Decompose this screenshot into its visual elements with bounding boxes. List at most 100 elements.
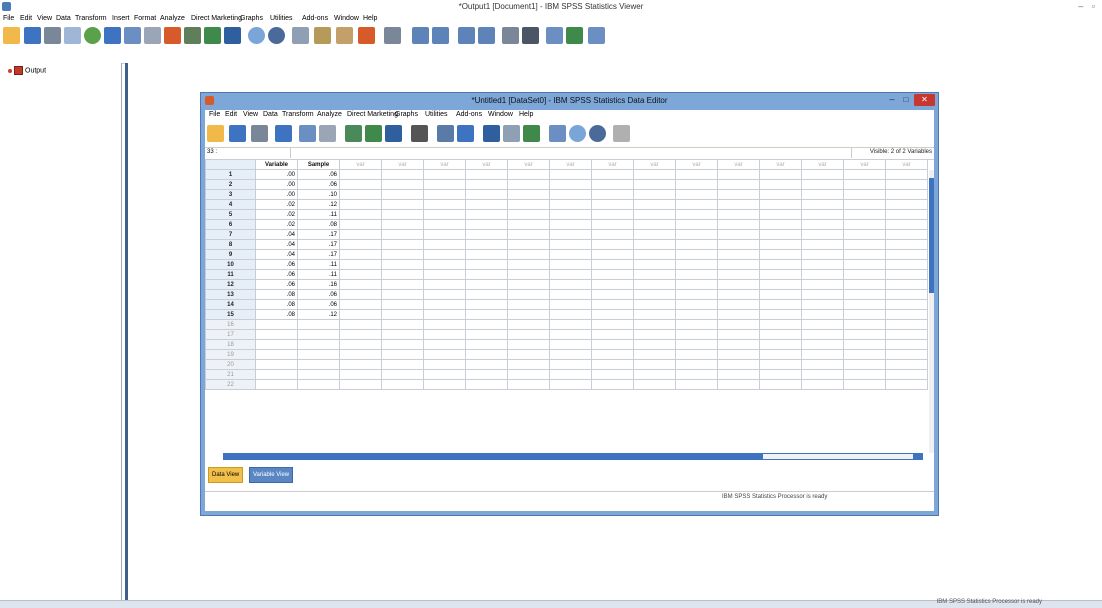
cell-empty[interactable] <box>633 259 676 270</box>
cell-empty[interactable] <box>591 179 634 190</box>
cell-empty[interactable] <box>507 359 550 370</box>
de-show-all-icon[interactable] <box>589 125 606 142</box>
de-insert-variable-icon[interactable] <box>457 125 474 142</box>
cell-empty[interactable] <box>801 339 844 350</box>
cell-empty[interactable] <box>885 169 928 180</box>
cell-empty[interactable] <box>633 169 676 180</box>
cell-sample[interactable] <box>297 359 340 370</box>
row-number[interactable]: 9 <box>205 249 256 260</box>
cell-empty[interactable] <box>675 279 718 290</box>
de-menu-file[interactable]: File <box>209 111 220 118</box>
cell-empty[interactable] <box>717 289 760 300</box>
cell-empty[interactable] <box>507 269 550 280</box>
goto-variable-icon[interactable] <box>204 27 221 44</box>
cell-sample[interactable]: .11 <box>297 209 340 220</box>
cell-empty[interactable] <box>549 369 592 380</box>
cell-empty[interactable] <box>423 239 466 250</box>
column-header-variable[interactable]: Variable <box>255 159 298 170</box>
cell-empty[interactable] <box>423 339 466 350</box>
cell-empty[interactable] <box>591 219 634 230</box>
row-number[interactable]: 21 <box>205 369 256 380</box>
cell-empty[interactable] <box>591 349 634 360</box>
cell-empty[interactable] <box>801 379 844 390</box>
cell-empty[interactable] <box>801 299 844 310</box>
cell-empty[interactable] <box>339 169 382 180</box>
cell-empty[interactable] <box>381 369 424 380</box>
cell-empty[interactable] <box>423 189 466 200</box>
cell-empty[interactable] <box>801 369 844 380</box>
de-menu-transform[interactable]: Transform <box>282 111 314 118</box>
horizontal-scrollbar[interactable] <box>223 453 923 460</box>
minus-icon[interactable] <box>478 27 495 44</box>
row-number[interactable]: 8 <box>205 239 256 250</box>
cell-variable[interactable] <box>255 339 298 350</box>
cell-empty[interactable] <box>675 299 718 310</box>
cell-empty[interactable] <box>717 219 760 230</box>
cell-empty[interactable] <box>717 239 760 250</box>
cell-empty[interactable] <box>759 289 802 300</box>
cell-sample[interactable]: .11 <box>297 259 340 270</box>
cell-sample[interactable]: .11 <box>297 269 340 280</box>
cell-empty[interactable] <box>717 339 760 350</box>
cell-empty[interactable] <box>843 219 886 230</box>
de-menu-utilities[interactable]: Utilities <box>425 111 448 118</box>
cell-empty[interactable] <box>591 299 634 310</box>
back-arrow-icon[interactable] <box>412 27 429 44</box>
cell-empty[interactable] <box>801 279 844 290</box>
cell-empty[interactable] <box>591 239 634 250</box>
cell-variable[interactable]: .00 <box>255 189 298 200</box>
cell-empty[interactable] <box>339 239 382 250</box>
collapse-icon[interactable] <box>384 27 401 44</box>
cell-empty[interactable] <box>801 219 844 230</box>
cell-empty[interactable] <box>885 259 928 270</box>
cell-variable[interactable]: .04 <box>255 249 298 260</box>
cell-empty[interactable] <box>717 279 760 290</box>
cell-sample[interactable]: .06 <box>297 299 340 310</box>
row-number[interactable]: 10 <box>205 259 256 270</box>
viewer-menu-file[interactable]: File <box>3 15 14 22</box>
cell-empty[interactable] <box>843 309 886 320</box>
cell-empty[interactable] <box>465 199 508 210</box>
viewer-menu-help[interactable]: Help <box>363 15 377 22</box>
open-folder-icon[interactable] <box>3 27 20 44</box>
row-number[interactable]: 19 <box>205 349 256 360</box>
cell-empty[interactable] <box>549 379 592 390</box>
column-header-var[interactable]: var <box>381 159 424 170</box>
column-header-var[interactable]: var <box>801 159 844 170</box>
cell-empty[interactable] <box>759 229 802 240</box>
cell-empty[interactable] <box>423 199 466 210</box>
cell-empty[interactable] <box>633 249 676 260</box>
cell-empty[interactable] <box>885 349 928 360</box>
row-number[interactable]: 18 <box>205 339 256 350</box>
cell-empty[interactable] <box>507 279 550 290</box>
variables-icon[interactable] <box>224 27 241 44</box>
cell-empty[interactable] <box>591 369 634 380</box>
cell-empty[interactable] <box>423 309 466 320</box>
cell-empty[interactable] <box>549 239 592 250</box>
cell-empty[interactable] <box>381 259 424 270</box>
cell-empty[interactable] <box>465 329 508 340</box>
cell-empty[interactable] <box>465 319 508 330</box>
cell-empty[interactable] <box>381 329 424 340</box>
cell-empty[interactable] <box>465 369 508 380</box>
cell-empty[interactable] <box>591 319 634 330</box>
designate-viewer-icon[interactable] <box>588 27 605 44</box>
cell-empty[interactable] <box>339 289 382 300</box>
cell-empty[interactable] <box>381 189 424 200</box>
column-header-var[interactable]: var <box>843 159 886 170</box>
cell-empty[interactable] <box>843 199 886 210</box>
cell-sample[interactable] <box>297 339 340 350</box>
cell-empty[interactable] <box>633 339 676 350</box>
row-number[interactable]: 11 <box>205 269 256 280</box>
cell-sample[interactable]: .06 <box>297 169 340 180</box>
cell-empty[interactable] <box>633 179 676 190</box>
insert-text-icon[interactable] <box>336 27 353 44</box>
cell-empty[interactable] <box>507 239 550 250</box>
cell-empty[interactable] <box>423 209 466 220</box>
cell-empty[interactable] <box>801 169 844 180</box>
row-number[interactable]: 6 <box>205 219 256 230</box>
column-header-var[interactable]: var <box>885 159 928 170</box>
cell-empty[interactable] <box>423 279 466 290</box>
cell-empty[interactable] <box>549 169 592 180</box>
de-menu-edit[interactable]: Edit <box>225 111 237 118</box>
